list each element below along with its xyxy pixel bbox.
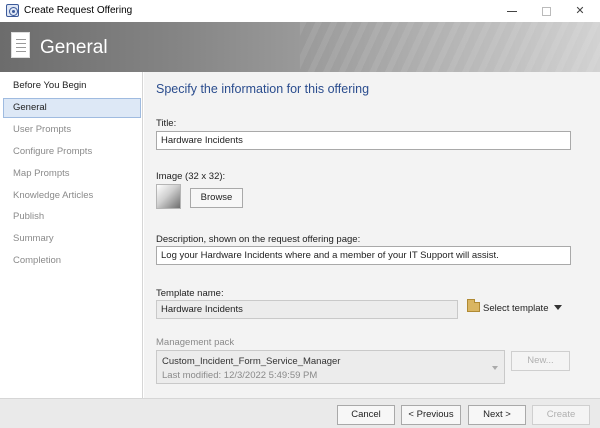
wizard-steps-sidebar: Before You Begin General User Prompts Co… <box>0 72 143 398</box>
chevron-down-icon <box>492 366 498 370</box>
folder-icon <box>467 299 480 313</box>
page-title: General <box>40 37 108 58</box>
sidebar-item-publish[interactable]: Publish <box>3 207 141 227</box>
management-pack-dropdown: Custom_Incident_Form_Service_Manager Las… <box>156 350 505 384</box>
title-bar: Create Request Offering ✕ <box>0 0 600 22</box>
sidebar-item-general[interactable]: General <box>3 98 141 118</box>
sidebar-item-before-you-begin[interactable]: Before You Begin <box>3 76 141 96</box>
maximize-icon <box>541 6 551 16</box>
sidebar-item-user-prompts[interactable]: User Prompts <box>3 120 141 140</box>
description-label: Description, shown on the request offeri… <box>156 234 361 245</box>
close-icon: ✕ <box>575 5 585 17</box>
sidebar-item-map-prompts[interactable]: Map Prompts <box>3 164 141 184</box>
template-name-label: Template name: <box>156 288 224 299</box>
sidebar-item-summary[interactable]: Summary <box>3 229 141 249</box>
new-management-pack-button: New... <box>511 351 570 371</box>
description-input[interactable]: Log your Hardware Incidents where and a … <box>156 246 571 265</box>
create-button: Create <box>532 405 590 425</box>
minimize-button[interactable] <box>495 0 529 22</box>
select-template-button[interactable]: Select template <box>467 299 563 317</box>
management-pack-last-modified: Last modified: 12/3/2022 5:49:59 PM <box>162 370 318 381</box>
close-button[interactable]: ✕ <box>563 0 597 22</box>
title-input[interactable]: Hardware Incidents <box>156 131 571 150</box>
main-panel: Specify the information for this offerin… <box>144 72 600 398</box>
maximize-button[interactable] <box>529 0 563 22</box>
app-icon <box>6 4 19 17</box>
browse-button[interactable]: Browse <box>190 188 243 208</box>
window-title: Create Request Offering <box>24 5 133 16</box>
image-preview <box>156 184 181 209</box>
wizard-footer: Cancel < Previous Next > Create <box>0 398 600 428</box>
title-label: Title: <box>156 118 177 129</box>
sidebar-item-completion[interactable]: Completion <box>3 251 141 271</box>
minimize-icon <box>507 10 517 12</box>
template-name-field: Hardware Incidents <box>156 300 458 319</box>
header-decoration <box>300 22 600 72</box>
chevron-down-icon <box>554 304 563 310</box>
page-header: General <box>0 22 600 72</box>
image-label: Image (32 x 32): <box>156 171 226 182</box>
management-pack-name: Custom_Incident_Form_Service_Manager <box>162 356 341 367</box>
select-template-label: Select template <box>483 303 549 314</box>
cancel-button[interactable]: Cancel <box>337 405 395 425</box>
sidebar-item-configure-prompts[interactable]: Configure Prompts <box>3 142 141 162</box>
previous-button[interactable]: < Previous <box>401 405 461 425</box>
sidebar-item-knowledge-articles[interactable]: Knowledge Articles <box>3 186 141 206</box>
section-title: Specify the information for this offerin… <box>156 82 370 96</box>
document-icon <box>11 32 30 58</box>
next-button[interactable]: Next > <box>468 405 526 425</box>
management-pack-label: Management pack <box>156 337 235 348</box>
